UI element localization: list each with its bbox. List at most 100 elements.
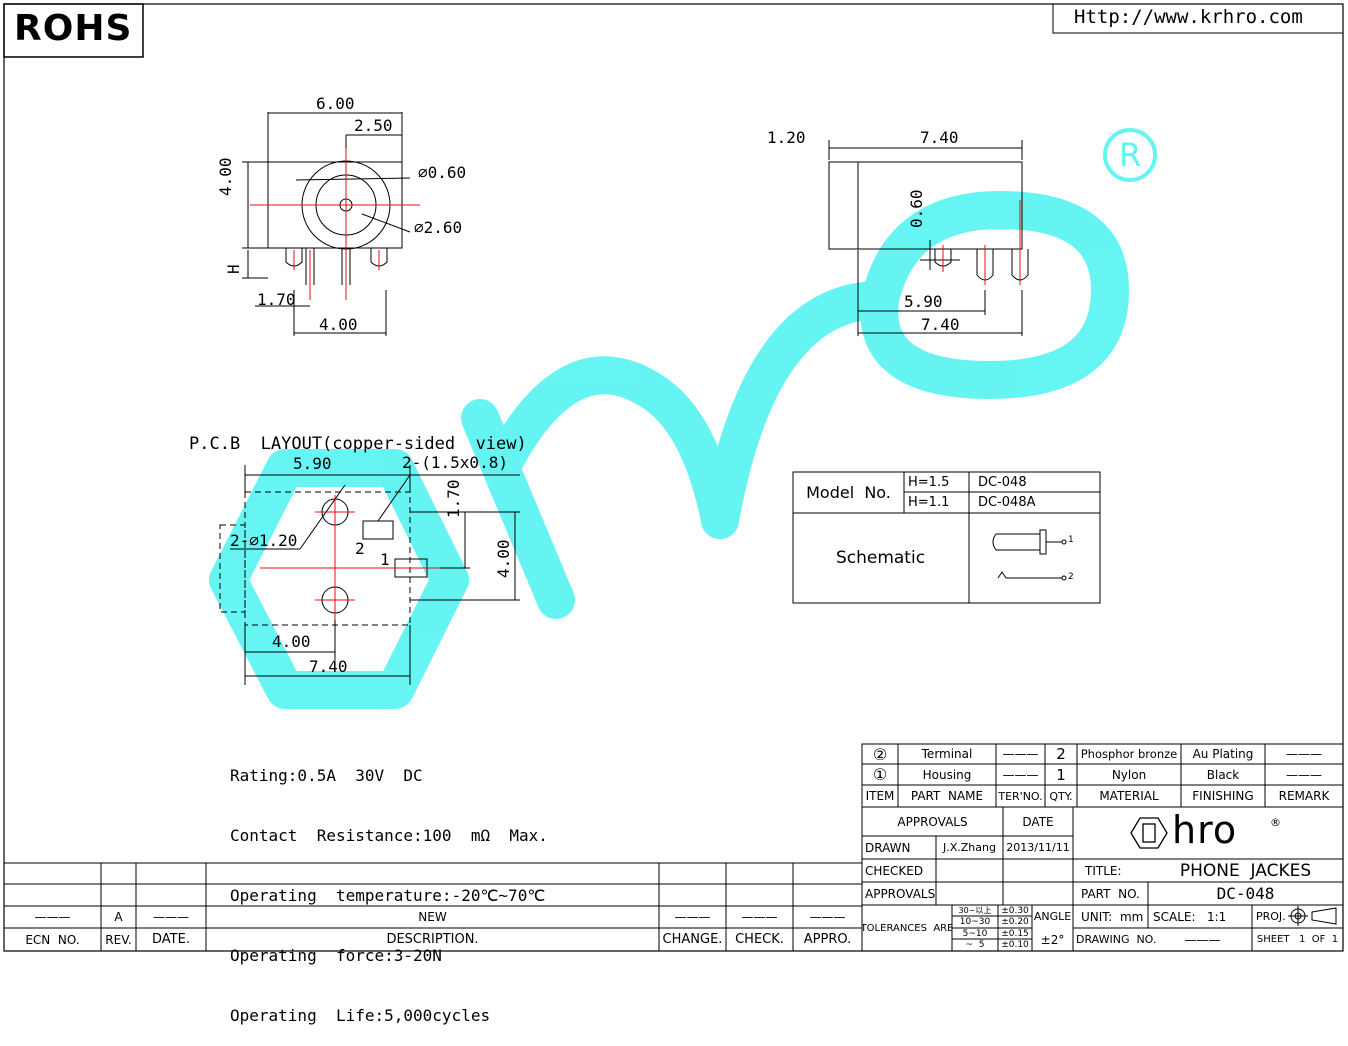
dim-front-pin-span: 4.00 [319, 315, 358, 334]
spec-life: Operating Life:5,000cycles [230, 1006, 491, 1025]
tb-scale: SCALE: 1:1 [1153, 909, 1227, 924]
dim-pcb-slots: 2-(1.5x0.8) [402, 453, 508, 472]
dim-front-width: 6.00 [316, 94, 355, 113]
dim-side-length: 7.40 [920, 128, 959, 147]
tb-drawing-no: DRAWING NO. [1076, 933, 1156, 946]
bom-remark-1: ——— [1286, 767, 1322, 782]
bom-finish-1: Black [1206, 767, 1240, 782]
rev-row-appro: ——— [809, 910, 846, 924]
schematic-pin-1: 1 [1068, 535, 1074, 545]
bom-part-2: Terminal [921, 747, 973, 761]
dim-front-height: 4.00 [216, 157, 235, 196]
dim-side-total: 7.40 [921, 315, 960, 334]
schematic-label: Schematic [835, 548, 926, 568]
bom-hdr-material: MATERIAL [1099, 789, 1159, 803]
bom-remark-2: ——— [1286, 747, 1322, 761]
bom-qty-2: 2 [1056, 745, 1066, 763]
model-no-2: DC-048A [978, 495, 1036, 510]
rev-hdr-change: CHANGE. [662, 932, 723, 947]
dim-front-outer: ⌀2.60 [414, 218, 463, 237]
tb-drawing-no-value: ——— [1184, 932, 1221, 947]
tb-drawn-by: J.X.Zhang [943, 841, 996, 854]
spec-list: Rating:0.5A 30V DC Contact Resistance:10… [230, 726, 548, 1046]
dim-side-pin-pos: 5.90 [904, 292, 943, 311]
tb-checked: CHECKED [865, 863, 924, 878]
tb-title-label: TITLE: [1085, 863, 1122, 878]
bom-material-2: Phosphor bronze [1080, 747, 1178, 761]
bom-item-1: ① [872, 765, 888, 784]
tb-tolerances: TOLERANCES ARE [862, 922, 952, 934]
tb-angle-value: ±2° [1040, 932, 1065, 947]
watermark-registered-mark: R [1119, 136, 1141, 174]
pcb-title: P.C.B LAYOUT(copper-sided view) [189, 434, 527, 454]
rev-row-date: ——— [153, 910, 189, 924]
spec-contact-resistance: Contact Resistance:100 mΩ Max. [230, 826, 548, 845]
dim-pcb-400-v: 4.00 [494, 539, 513, 578]
rev-row-change: ——— [674, 910, 711, 924]
rev-row-rev: A [114, 910, 123, 924]
rev-row-ecn: ——— [34, 910, 71, 924]
dim-pcb-740: 7.40 [309, 657, 348, 676]
dim-pcb-holes: 2-⌀1.20 [230, 531, 298, 550]
pcb-pad-1: 1 [380, 550, 390, 569]
bom-hdr-part: PART NAME [910, 789, 984, 803]
bom-qty-1: 1 [1056, 765, 1066, 784]
tb-drawn-date: 2013/11/11 [1006, 841, 1070, 854]
tb-part-value: DC-048 [1216, 884, 1275, 903]
tb-title-value: PHONE JACKES [1179, 860, 1312, 881]
bom-part-1: Housing [922, 767, 972, 782]
tb-tol-val-1: ±0.30 [1001, 905, 1029, 916]
dim-front-h: H [224, 264, 243, 274]
rev-hdr-desc: DESCRIPTION. [386, 932, 479, 947]
tb-tol-range-1: 30~以上 [958, 906, 992, 915]
rev-hdr-ecn: ECN NO. [25, 932, 80, 947]
tb-tol-range-3: 5~10 [962, 928, 988, 939]
tb-tol-val-3: ±0.15 [1001, 928, 1029, 939]
rev-hdr-date: DATE. [152, 932, 190, 947]
tb-approvals: APPROVALS [865, 886, 936, 901]
rev-hdr-appro: APPRO. [803, 932, 852, 947]
rev-row-check: ——— [741, 910, 778, 924]
tb-part-label: PART NO. [1081, 886, 1140, 901]
dim-side-lip: 1.20 [767, 128, 806, 147]
dim-front-inner: ⌀0.60 [418, 163, 467, 182]
bom-finish-2: Au Plating [1192, 747, 1254, 761]
model-no-1: DC-048 [978, 475, 1027, 490]
dim-pcb-400-h: 4.00 [272, 632, 311, 651]
website-link[interactable]: Http://www.krhro.com [1074, 6, 1303, 28]
projection-symbol [1288, 906, 1337, 926]
bom-hdr-ter: TER'NO. [998, 789, 1043, 803]
tb-proj: PROJ. [1256, 910, 1286, 923]
dim-pcb-590: 5.90 [293, 454, 332, 473]
tb-tol-range-2: 10~30 [959, 917, 991, 927]
bom-material-1: Nylon [1111, 767, 1147, 782]
hro-logo [1130, 817, 1168, 849]
tb-tol-val-2: ±0.20 [1001, 917, 1029, 927]
dim-side-pin: 0.60 [907, 189, 926, 228]
model-label: Model No. [806, 483, 891, 502]
model-h-1: H=1.5 [908, 475, 950, 490]
bom-ter-1: ——— [1002, 767, 1039, 782]
spec-temperature: Operating temperature:-20℃~70℃ [230, 886, 546, 905]
dim-front-pin-offset: 1.70 [257, 290, 296, 309]
drawing-sheet: R [3, 3, 1344, 952]
tb-angle-label: ANGLE [1033, 910, 1072, 923]
hro-watermark [209, 128, 1157, 709]
rev-hdr-rev: REV. [105, 932, 132, 947]
tb-logo-reg: ® [1270, 816, 1281, 829]
bom-hdr-qty: QTY. [1049, 789, 1073, 803]
tb-date-hdr: DATE [1022, 814, 1054, 829]
tb-approvals-hdr: APPROVALS [897, 814, 968, 829]
dim-front-offset: 2.50 [354, 116, 393, 135]
schematic-pin-2: 2 [1068, 572, 1074, 582]
dim-pcb-170: 1.70 [444, 479, 463, 518]
sheet-border [3, 3, 1344, 952]
bom-item-2: ② [872, 744, 888, 764]
model-h-2: H=1.1 [908, 495, 950, 510]
tb-tol-range-4: ~ 5 [965, 940, 985, 950]
bom-hdr-finish: FINISHING [1192, 789, 1254, 803]
rev-hdr-check: CHECK. [735, 932, 784, 947]
pcb-pad-2: 2 [355, 539, 365, 558]
rohs-label: ROHS [14, 8, 133, 49]
tb-unit: UNIT: mm [1081, 909, 1144, 924]
